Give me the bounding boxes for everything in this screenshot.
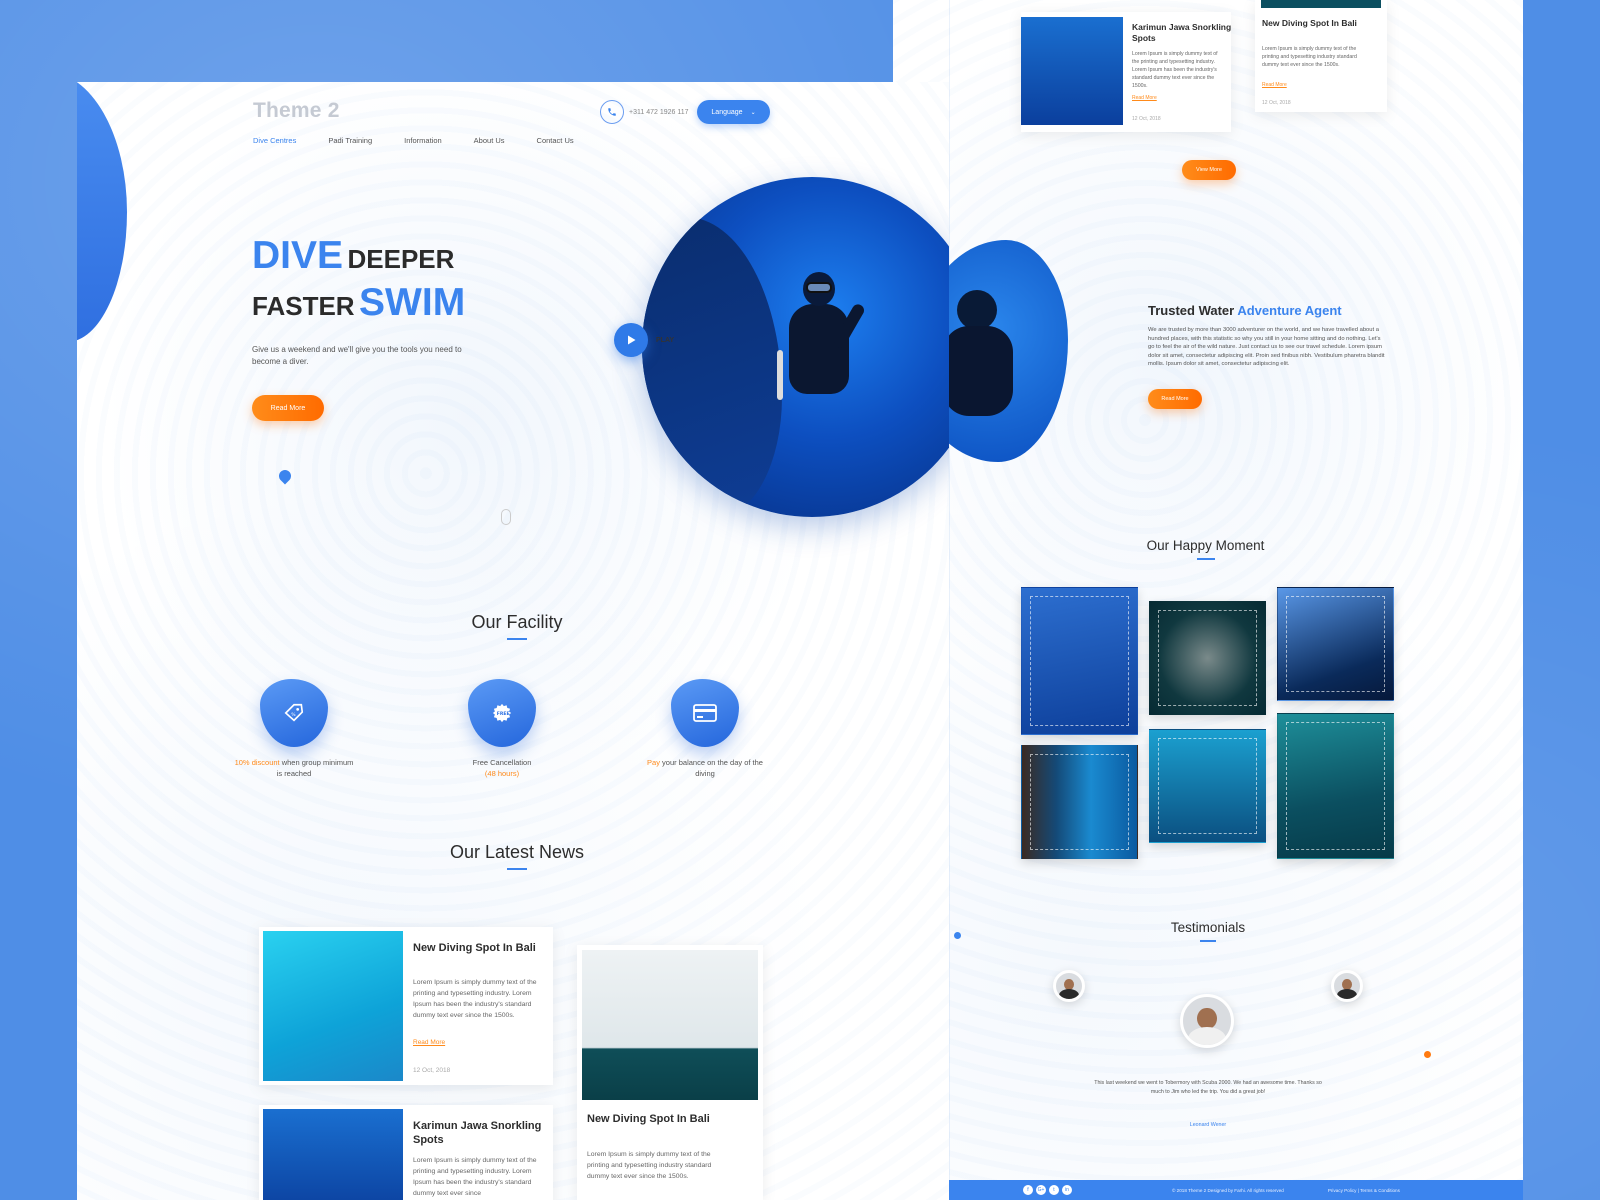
language-dropdown[interactable]: Language ⌄ [697, 100, 770, 124]
hero-heading: DIVE DEEPER FASTER SWIM [252, 234, 466, 324]
news-card-body: Lorem Ipsum is simply dummy text of the … [587, 1151, 712, 1180]
news-card-title: Karimun Jawa Snorkling Spots [413, 1120, 542, 1146]
nav-information[interactable]: Information [404, 136, 442, 145]
footer: f G+ t in © 2018 Theme 2 Designed by Far… [949, 1180, 1523, 1200]
news-card-body: Lorem Ipsum is simply dummy text of the … [413, 979, 537, 1019]
facebook-icon[interactable]: f [1023, 1185, 1033, 1195]
main-nav: Dive Centres Padi Training Information A… [253, 136, 606, 145]
facility-item-cancellation: FREE Free Cancellation (48 hours) [442, 679, 562, 779]
testimonial-avatar[interactable] [1331, 970, 1363, 1002]
news-card[interactable]: New Diving Spot In Bali Lorem Ipsum is s… [1255, 0, 1387, 112]
facility-item-payment: Pay your balance on the day of the divin… [645, 679, 765, 779]
news-card[interactable]: New Diving Spot In Bali Lorem Ipsum is s… [259, 927, 553, 1085]
gallery-photo[interactable] [1021, 587, 1138, 735]
news-title: Our Latest News [412, 842, 622, 870]
nav-padi-training[interactable]: Padi Training [328, 136, 372, 145]
gallery-photo[interactable] [1277, 713, 1394, 859]
free-badge-icon: FREE [468, 679, 536, 747]
news-image [1261, 0, 1381, 8]
svg-text:FREE: FREE [497, 711, 510, 717]
facility-item-discount: % 10% discount when group minimum is rea… [234, 679, 354, 779]
trust-heading: Trusted Water Adventure Agent [1148, 303, 1342, 318]
trust-read-more-button[interactable]: Read More [1148, 389, 1202, 409]
read-more-link[interactable]: Read More [1262, 82, 1287, 88]
testimonial-author: Leonard Wener [1189, 1122, 1227, 1128]
trust-paragraph: We are trusted by more than 3000 adventu… [1148, 327, 1385, 367]
news-card[interactable]: Karimun Jawa Snorkling Spots Lorem Ipsum… [1021, 12, 1231, 132]
twitter-icon[interactable]: t [1049, 1185, 1059, 1195]
gallery-photo[interactable] [1277, 587, 1394, 701]
news-date: 12 Oct, 2018 [1262, 100, 1291, 106]
testimonial-quote: This last weekend we went to Tobermory w… [1094, 1080, 1322, 1095]
copyright-text: © 2018 Theme 2 Designed by Farhi. All ri… [1172, 1187, 1284, 1193]
play-icon[interactable] [614, 323, 648, 357]
decorative-dot [954, 932, 961, 939]
social-links: f G+ t in [1023, 1185, 1072, 1195]
testimonial-avatar[interactable] [1053, 970, 1085, 1002]
nav-dive-centres[interactable]: Dive Centres [253, 136, 296, 145]
gallery-photo[interactable] [1149, 729, 1266, 843]
testimonials-title: Testimonials [1128, 920, 1288, 942]
svg-text:%: % [291, 712, 296, 718]
decorative-dot [1424, 1051, 1431, 1058]
news-date: 12 Oct, 2018 [413, 1067, 451, 1074]
news-card-body: Lorem Ipsum is simply dummy text of the … [1262, 46, 1357, 68]
hero-read-more-button[interactable]: Read More [252, 395, 324, 421]
news-card[interactable]: Karimun Jawa Snorkling Spots Lorem Ipsum… [259, 1105, 553, 1200]
google-plus-icon[interactable]: G+ [1036, 1185, 1046, 1195]
facility-title: Our Facility [432, 612, 602, 640]
play-video[interactable]: PLAY [614, 323, 674, 357]
instagram-icon[interactable]: in [1062, 1185, 1072, 1195]
news-image [582, 950, 758, 1100]
scroll-indicator-icon[interactable] [501, 509, 511, 525]
credit-card-icon [671, 679, 739, 747]
gallery-photo[interactable] [1021, 745, 1138, 859]
hero-diver-image [642, 177, 949, 517]
news-image [263, 1109, 403, 1200]
news-date: 12 Oct, 2018 [1132, 116, 1161, 122]
site-logo[interactable]: Theme 2 [253, 99, 340, 123]
hero-subtitle: Give us a weekend and we'll give you the… [252, 345, 462, 366]
news-card-body: Lorem Ipsum is simply dummy text of the … [413, 1157, 537, 1197]
happy-moment-title: Our Happy Moment [1113, 538, 1298, 560]
read-more-link[interactable]: Read More [413, 1039, 445, 1046]
news-image [263, 931, 403, 1081]
legal-links[interactable]: Privacy Policy | Terms & Conditions [1328, 1188, 1400, 1193]
left-page-preview: Theme 2 +311 472 1926 117 Language ⌄ Div… [77, 82, 949, 1200]
news-image [1021, 17, 1123, 125]
right-page-preview: Karimun Jawa Snorkling Spots Lorem Ipsum… [893, 0, 1523, 1200]
discount-tag-icon: % [260, 679, 328, 747]
phone-contact[interactable]: +311 472 1926 117 [600, 100, 689, 124]
testimonial-avatar-active[interactable] [1180, 994, 1234, 1048]
gallery-photo[interactable] [1149, 601, 1266, 715]
news-card-title: New Diving Spot In Bali [1262, 18, 1357, 28]
news-card-title: Karimun Jawa Snorkling Spots [1132, 22, 1232, 43]
nav-about-us[interactable]: About Us [474, 136, 505, 145]
news-card[interactable]: New Diving Spot In Bali Lorem Ipsum is s… [577, 945, 763, 1200]
news-card-title: New Diving Spot In Bali [413, 942, 536, 954]
view-more-button[interactable]: View More [1182, 160, 1236, 180]
phone-number: +311 472 1926 117 [629, 108, 689, 116]
news-card-body: Lorem Ipsum is simply dummy text of the … [1132, 51, 1218, 89]
news-card-title: New Diving Spot In Bali [587, 1113, 710, 1125]
chevron-down-icon: ⌄ [750, 109, 756, 116]
phone-icon [600, 100, 624, 124]
nav-contact-us[interactable]: Contact Us [537, 136, 574, 145]
read-more-link[interactable]: Read More [1132, 95, 1157, 101]
